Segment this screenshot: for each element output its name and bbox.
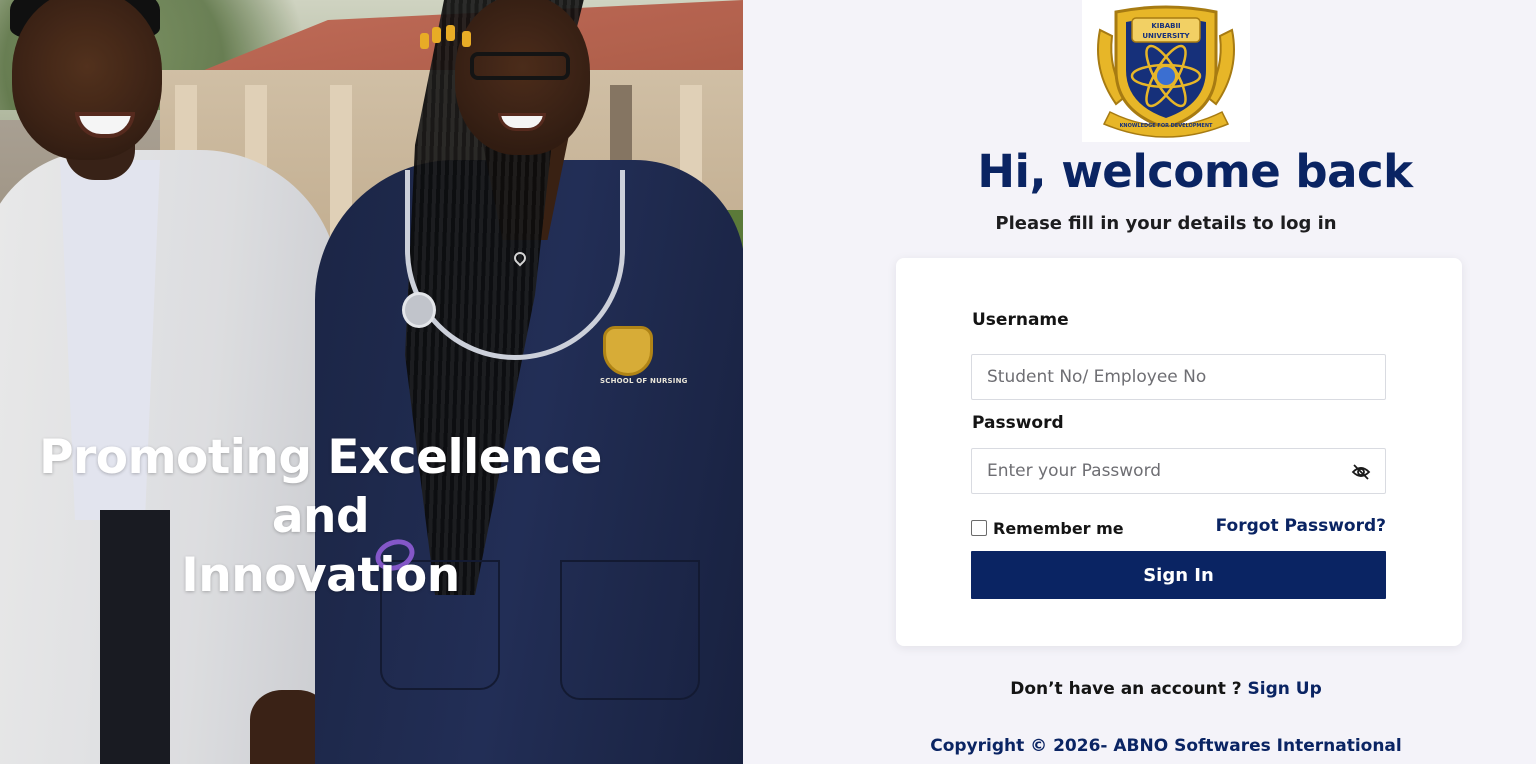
hero-tagline: Promoting Excellence and Innovation xyxy=(0,428,641,605)
university-crest-icon: KIBABII UNIVERSITY KNOWLEDGE FOR DEVELOP… xyxy=(1097,5,1235,138)
university-logo: KIBABII UNIVERSITY KNOWLEDGE FOR DEVELOP… xyxy=(1082,0,1250,142)
remember-me-label: Remember me xyxy=(993,518,1124,538)
hero-overlay xyxy=(0,0,743,764)
eye-off-icon[interactable] xyxy=(1351,462,1371,482)
password-field-wrapper xyxy=(971,448,1386,494)
hero-tagline-line1: Promoting Excellence and xyxy=(39,430,602,544)
signup-prompt: Don’t have an account ? Sign Up xyxy=(940,679,1392,699)
password-input[interactable] xyxy=(972,449,1385,493)
password-label: Password xyxy=(972,413,1064,433)
username-input[interactable] xyxy=(972,355,1385,399)
hero-photo-panel: SCHOOL OF NURSING Promoting Excellence a… xyxy=(0,0,743,764)
page-subtitle: Please fill in your details to log in xyxy=(995,213,1337,234)
remember-me-option[interactable]: Remember me xyxy=(971,518,1124,538)
hero-tagline-line2: Innovation xyxy=(181,548,460,603)
sign-up-link[interactable]: Sign Up xyxy=(1248,679,1322,699)
sign-in-button[interactable]: Sign In xyxy=(971,551,1386,599)
logo-motto: KNOWLEDGE FOR DEVELOPMENT xyxy=(1120,123,1213,129)
remember-me-checkbox[interactable] xyxy=(971,520,987,536)
username-label: Username xyxy=(972,310,1069,330)
username-field-wrapper xyxy=(971,354,1386,400)
logo-text-middle: UNIVERSITY xyxy=(1142,32,1190,40)
page-title: Hi, welcome back xyxy=(977,145,1413,198)
copyright-text: Copyright © 2026- ABNO Softwares Interna… xyxy=(930,736,1402,756)
logo-text-top: KIBABII xyxy=(1151,22,1180,30)
signup-prompt-text: Don’t have an account ? xyxy=(1010,679,1242,699)
login-card: Username Password Remember me Forgot Pas… xyxy=(896,258,1462,646)
forgot-password-link[interactable]: Forgot Password? xyxy=(1216,516,1386,536)
